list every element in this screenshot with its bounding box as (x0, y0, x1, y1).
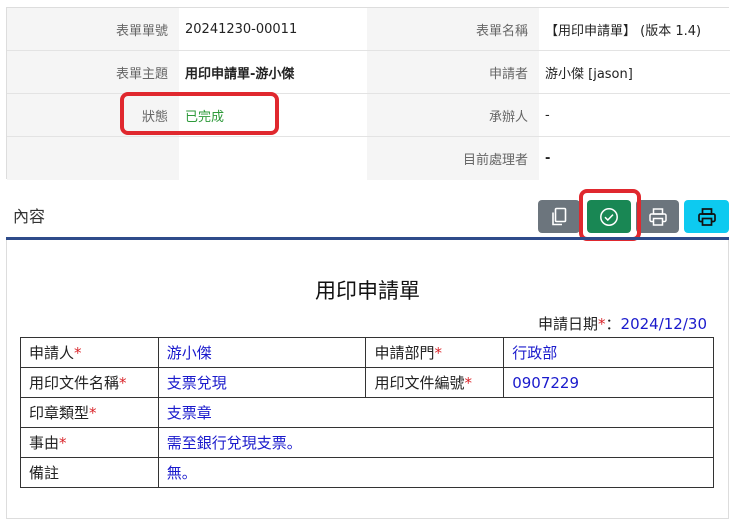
note-cell-label: 備註 (20, 457, 159, 488)
form-no-label: 表單單號 (7, 8, 179, 51)
printer-icon (648, 207, 667, 226)
content-section-title: 內容 (13, 207, 46, 226)
empty-value (179, 137, 367, 180)
subject-value: 用印申請單-游小傑 (179, 51, 367, 94)
handler-value: - (539, 94, 730, 137)
form-info-panel: 表單單號 20241230-00011 表單名稱 【用印申請單】 (版本 1.4… (6, 7, 730, 180)
seal-cell-value: 支票章 (157, 397, 715, 428)
current-handler-value: - (539, 137, 730, 180)
print-preview-button[interactable] (684, 200, 729, 233)
apply-date-separator: ： (605, 315, 621, 333)
dept-cell-value: 行政部 (503, 337, 714, 368)
applicant-label: 申請者 (367, 51, 539, 94)
note-cell-value: 無。 (157, 457, 715, 488)
applicant-cell-label: 申請人* (20, 337, 159, 368)
doc-no-cell-label: 用印文件編號* (365, 367, 505, 398)
empty-label (7, 137, 179, 180)
table-row: 備註 無。 (20, 457, 715, 488)
doc-name-cell-value: 支票兌現 (157, 367, 367, 398)
print-button[interactable] (636, 200, 679, 233)
copy-button[interactable] (538, 200, 580, 233)
apply-date-value: 2024/12/30 (620, 315, 707, 333)
copy-icon (552, 207, 567, 225)
required-mark: * (598, 315, 606, 333)
form-name-label: 表單名稱 (367, 8, 539, 51)
doc-name-cell-label: 用印文件名稱* (20, 367, 159, 398)
apply-date-label: 申請日期 (538, 315, 599, 333)
seal-cell-label: 印章類型* (20, 397, 159, 428)
applicant-cell-value: 游小傑 (157, 337, 367, 368)
dept-cell-label: 申請部門* (365, 337, 505, 368)
subject-label: 表單主題 (7, 51, 179, 94)
form-name-value: 【用印申請單】 (版本 1.4) (539, 8, 730, 51)
applicant-value: 游小傑 [jason] (539, 51, 730, 94)
check-circle-icon (600, 207, 618, 226)
table-row: 申請人* 游小傑 申請部門* 行政部 (20, 337, 714, 368)
status-label: 狀態 (7, 94, 179, 137)
table-row: 事由* 需至銀行兌現支票。 (20, 427, 715, 458)
application-table: 申請人* 游小傑 申請部門* 行政部 用印文件名稱* 支票兌現 用印文件編號* … (20, 337, 715, 488)
current-handler-label: 目前處理者 (367, 137, 539, 180)
reason-cell-label: 事由* (20, 427, 159, 458)
status-value: 已完成 (179, 94, 367, 137)
doc-no-cell-value: 0907229 (503, 367, 714, 398)
apply-date-line: 申請日期*：2024/12/30 (538, 313, 707, 334)
reason-cell-value: 需至銀行兌現支票。 (157, 427, 715, 458)
form-title: 用印申請單 (315, 279, 420, 303)
handler-label: 承辦人 (367, 94, 539, 137)
table-row: 印章類型* 支票章 (20, 397, 715, 428)
complete-button[interactable] (587, 200, 631, 233)
printer-icon (697, 207, 716, 226)
form-no-value: 20241230-00011 (179, 8, 367, 51)
table-row: 用印文件名稱* 支票兌現 用印文件編號* 0907229 (20, 367, 714, 398)
